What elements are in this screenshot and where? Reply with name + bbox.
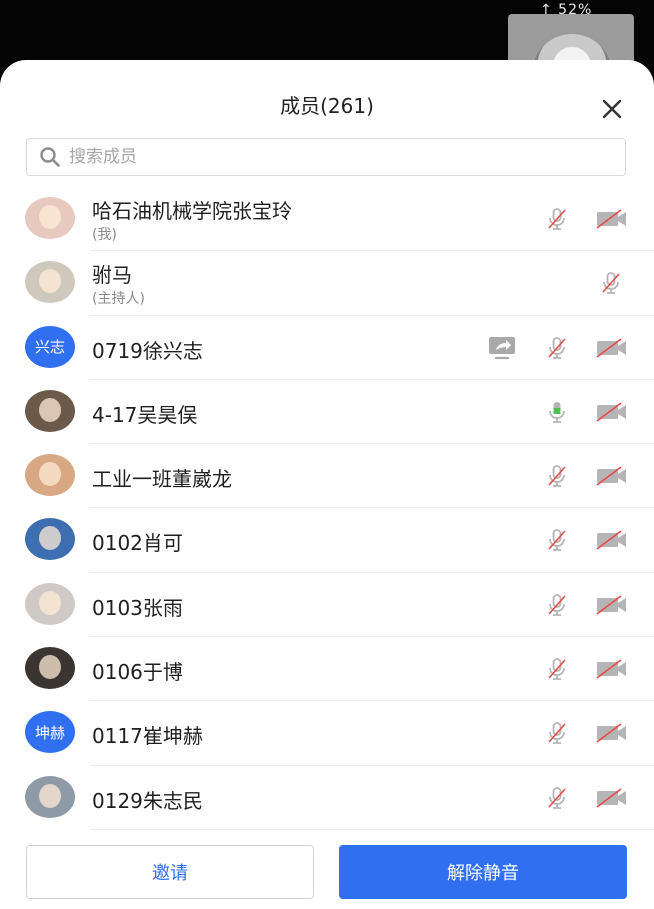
- camera-off-icon[interactable]: [595, 462, 629, 490]
- invite-button[interactable]: 邀请: [26, 845, 314, 899]
- member-role: (主持人): [92, 291, 145, 308]
- avatar: [25, 389, 75, 432]
- close-icon: [602, 99, 622, 119]
- member-name: 0106于博: [92, 660, 183, 685]
- member-list: 哈石油机械学院张宝玲 (我) 驸马 (主持人) 兴志 0719徐兴志 4-17吴昊俣 工业一…: [0, 187, 654, 830]
- camera-off-icon[interactable]: [595, 334, 629, 362]
- member-row[interactable]: 驸马 (主持人): [0, 251, 654, 316]
- member-name: 0117崔坤赫: [92, 724, 203, 749]
- avatar-initials: 坤赫: [25, 711, 75, 754]
- member-row[interactable]: 工业一班董崴龙: [0, 444, 654, 509]
- member-row[interactable]: 坤赫 0117崔坤赫: [0, 701, 654, 766]
- search-input[interactable]: [67, 146, 591, 168]
- close-button[interactable]: [597, 94, 627, 124]
- microphone-muted-icon[interactable]: [542, 655, 572, 683]
- microphone-muted-icon[interactable]: [542, 205, 572, 233]
- avatar: [25, 518, 75, 561]
- microphone-muted-icon[interactable]: [542, 784, 572, 812]
- microphone-muted-icon[interactable]: [542, 334, 572, 362]
- microphone-muted-icon[interactable]: [542, 462, 572, 490]
- row-divider: [90, 828, 654, 830]
- member-row[interactable]: 0102肖可: [0, 508, 654, 573]
- microphone-muted-icon[interactable]: [542, 526, 572, 554]
- microphone-muted-icon[interactable]: [542, 591, 572, 619]
- avatar: [25, 454, 75, 497]
- avatar-face-image: [39, 397, 61, 422]
- member-row[interactable]: 4-17吴昊俣: [0, 380, 654, 445]
- microphone-muted-icon[interactable]: [596, 269, 626, 297]
- search-icon: [40, 147, 60, 167]
- member-name: 驸马: [92, 263, 132, 288]
- camera-off-icon[interactable]: [595, 784, 629, 812]
- member-name: 0102肖可: [92, 531, 183, 556]
- member-row[interactable]: 0106于博: [0, 637, 654, 702]
- member-name: 0129朱志民: [92, 788, 203, 813]
- member-row[interactable]: 哈石油机械学院张宝玲 (我): [0, 187, 654, 252]
- member-role: (我): [92, 227, 117, 243]
- member-name: 0103张雨: [92, 595, 183, 620]
- camera-off-icon[interactable]: [595, 526, 629, 554]
- avatar: [25, 775, 75, 818]
- camera-off-icon[interactable]: [595, 205, 629, 233]
- microphone-muted-icon[interactable]: [542, 719, 572, 747]
- screen-share-icon[interactable]: [486, 334, 518, 362]
- member-name: 0719徐兴志: [92, 338, 203, 363]
- avatar: [25, 582, 75, 625]
- avatar-face-image: [39, 590, 61, 615]
- member-name: 哈石油机械学院张宝玲: [92, 199, 292, 223]
- avatar: [25, 197, 75, 239]
- member-row[interactable]: 0103张雨: [0, 573, 654, 638]
- avatar: [25, 647, 75, 690]
- member-name: 4-17吴昊俣: [92, 402, 198, 427]
- camera-off-icon[interactable]: [595, 719, 629, 747]
- members-sheet: 成员(261) 哈石油机械学院张宝玲 (我) 驸马 (主持人) 兴志 0719徐兴志 4-1…: [0, 60, 654, 909]
- avatar-face-image: [39, 462, 61, 487]
- avatar-face-image: [39, 783, 61, 808]
- unmute-button[interactable]: 解除静音: [339, 845, 627, 899]
- page-title: 成员(261): [280, 94, 374, 118]
- camera-off-icon[interactable]: [595, 591, 629, 619]
- avatar-face-image: [39, 655, 61, 680]
- camera-off-icon[interactable]: [595, 398, 629, 426]
- avatar-face-image: [39, 205, 61, 229]
- footer-actions: 邀请 解除静音: [0, 843, 654, 909]
- camera-off-icon[interactable]: [595, 655, 629, 683]
- avatar-face-image: [39, 526, 61, 551]
- avatar: [25, 261, 75, 304]
- avatar-face-image: [39, 269, 61, 294]
- microphone-on-icon[interactable]: [542, 398, 572, 426]
- search-box[interactable]: [26, 138, 626, 176]
- member-row[interactable]: 0129朱志民: [0, 766, 654, 830]
- member-row[interactable]: 兴志 0719徐兴志: [0, 316, 654, 380]
- avatar-initials: 兴志: [25, 325, 75, 368]
- member-name: 工业一班董崴龙: [92, 467, 232, 492]
